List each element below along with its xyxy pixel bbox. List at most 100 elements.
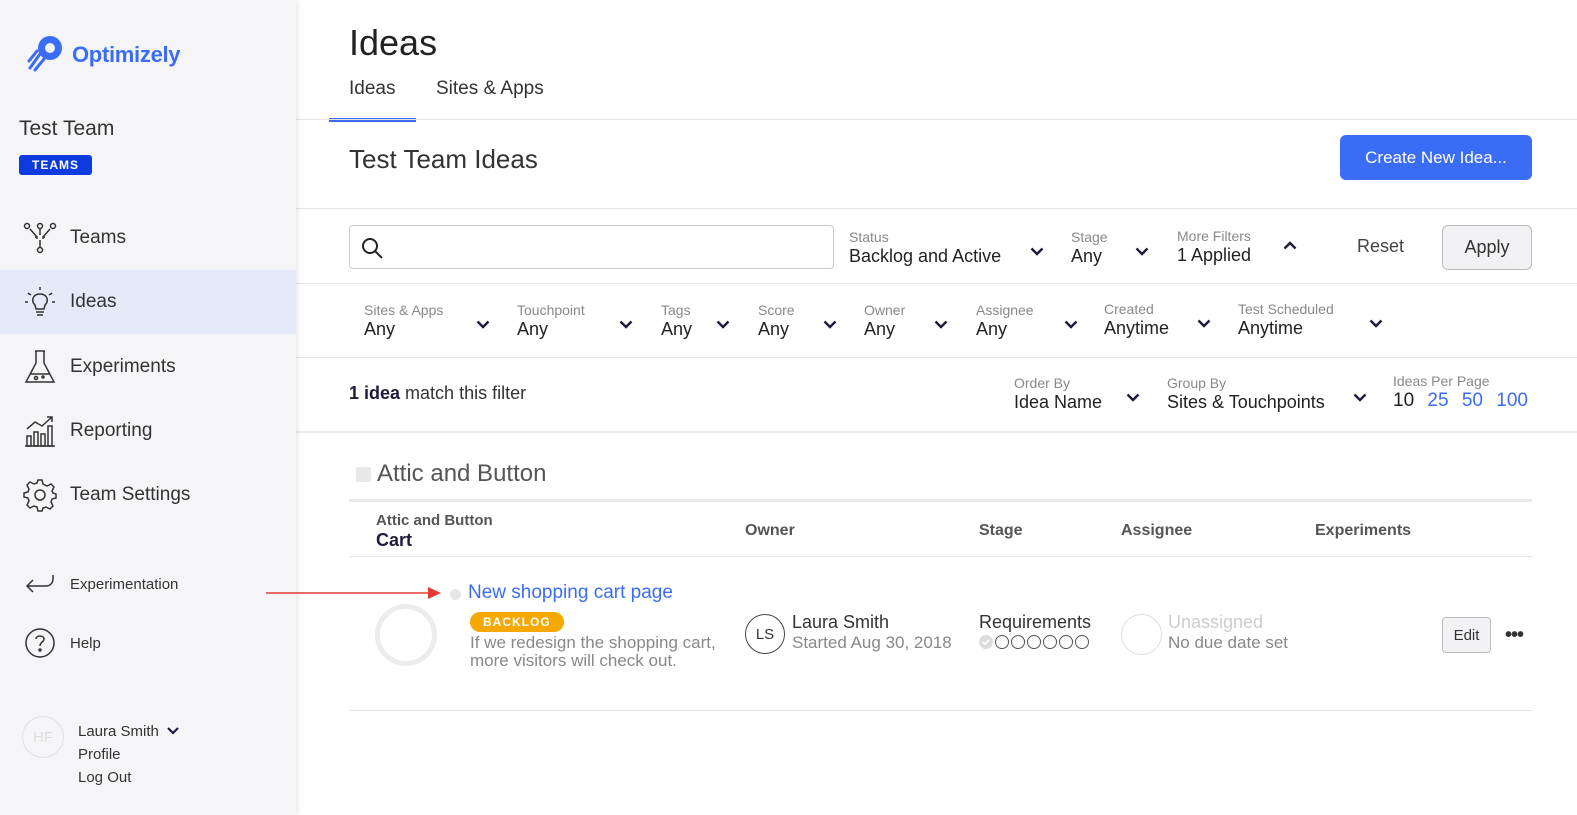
gear-icon	[22, 477, 58, 513]
chevron-down-icon	[1197, 315, 1211, 333]
filter-label: Assignee	[976, 302, 1034, 318]
reset-button[interactable]: Reset	[1357, 236, 1404, 257]
owner-avatar: LS	[745, 614, 785, 654]
order-by-label: Order By	[1014, 375, 1071, 391]
per-page-option-50[interactable]: 50	[1462, 390, 1483, 411]
per-page-option-100[interactable]: 100	[1496, 390, 1528, 411]
page-title: Ideas	[349, 22, 438, 63]
rocket-logo-icon	[26, 32, 66, 77]
idea-description: If we redesign the shopping cart, more v…	[470, 633, 716, 670]
experimentation-label: Experimentation	[70, 575, 179, 593]
chevron-down-icon	[476, 316, 490, 334]
return-arrow-icon	[22, 566, 58, 602]
create-new-idea-button[interactable]: Create New Idea...	[1340, 135, 1532, 180]
assignee-avatar-placeholder[interactable]	[1121, 614, 1162, 655]
apply-button[interactable]: Apply	[1442, 225, 1532, 270]
tab-sites-apps[interactable]: Sites & Apps	[436, 78, 544, 100]
flask-icon	[22, 349, 58, 385]
stage-step	[1011, 635, 1025, 649]
check-icon	[979, 635, 993, 649]
per-page-option-25[interactable]: 25	[1427, 390, 1448, 411]
sidebar-item-label: Experiments	[70, 356, 176, 377]
chevron-down-icon	[167, 719, 179, 742]
touchpoint-filter[interactable]: Touchpoint Any	[517, 302, 635, 340]
order-by-value: Idea Name	[1014, 392, 1103, 412]
experimentation-link[interactable]: Experimentation	[22, 566, 178, 602]
edit-button[interactable]: Edit	[1442, 617, 1491, 653]
score-ring	[375, 604, 437, 666]
score-filter[interactable]: Score Any	[758, 302, 837, 340]
sidebar-item-label: Team Settings	[70, 484, 191, 505]
stage-filter[interactable]: Stage Any	[1071, 229, 1151, 267]
team-name: Test Team	[19, 117, 115, 140]
profile-link[interactable]: Profile	[78, 743, 179, 766]
stage-step	[1059, 635, 1073, 649]
filter-value: Any	[976, 319, 1008, 339]
section-title: Test Team Ideas	[349, 144, 538, 174]
ideas-per-page: Ideas Per Page 10 25 50 100	[1393, 373, 1528, 413]
sidebar-item-experiments[interactable]: Experiments	[0, 335, 296, 399]
filter-value: Any	[364, 319, 396, 339]
group-select-checkbox[interactable]	[356, 467, 371, 482]
filter-label: Test Scheduled	[1238, 301, 1334, 317]
divider	[296, 357, 1577, 358]
tab-ideas[interactable]: Ideas	[349, 78, 395, 100]
chevron-down-icon	[1353, 389, 1367, 407]
help-icon	[22, 625, 58, 661]
status-filter[interactable]: Status Backlog and Active	[849, 229, 1047, 267]
help-link[interactable]: Help	[22, 625, 101, 661]
divider	[296, 119, 1577, 120]
help-label: Help	[70, 634, 101, 652]
chevron-down-icon	[823, 316, 837, 334]
main-content: Ideas Ideas Sites & Apps Test Team Ideas…	[296, 0, 1577, 815]
column-header-touchpoint: Cart	[376, 530, 413, 550]
filter-value: Anytime	[1238, 318, 1304, 338]
idea-title-link[interactable]: New shopping cart page	[468, 582, 673, 604]
search-input[interactable]	[390, 232, 820, 262]
user-name-dropdown[interactable]: Laura Smith	[78, 719, 179, 743]
result-count-suffix: match this filter	[405, 383, 527, 403]
sidebar-item-label: Ideas	[70, 291, 117, 312]
filter-label: Touchpoint	[517, 302, 585, 318]
lightbulb-icon	[22, 284, 58, 320]
stage-name: Requirements	[979, 612, 1092, 632]
search-box	[349, 225, 834, 269]
logout-link[interactable]: Log Out	[78, 766, 179, 789]
result-count-number: 1 idea	[349, 383, 401, 403]
sidebar-item-reporting[interactable]: Reporting	[0, 399, 296, 463]
tags-filter[interactable]: Tags Any	[661, 302, 732, 340]
order-by-dropdown[interactable]: Order By Idea Name	[1014, 375, 1142, 413]
status-dot	[450, 589, 461, 600]
more-options-icon[interactable]: •••	[1505, 624, 1524, 647]
due-date: No due date set	[1168, 633, 1289, 652]
filter-value: Any	[517, 319, 549, 339]
column-header-site: Attic and Button	[376, 512, 493, 529]
owner-filter[interactable]: Owner Any	[864, 302, 950, 340]
sites-apps-filter[interactable]: Sites & Apps Any	[364, 302, 492, 340]
sidebar-item-team-settings[interactable]: Team Settings	[0, 463, 296, 527]
assignee-filter[interactable]: Assignee Any	[976, 302, 1078, 340]
group-by-dropdown[interactable]: Group By Sites & Touchpoints	[1167, 375, 1372, 413]
more-filters-toggle[interactable]: More Filters 1 Applied	[1177, 228, 1307, 266]
teams-badge: TEAMS	[19, 155, 92, 175]
sidebar-item-label: Reporting	[70, 420, 153, 441]
chevron-down-icon	[1064, 316, 1078, 334]
chevron-down-icon	[1030, 243, 1044, 261]
sidebar-item-label: Teams	[70, 227, 126, 248]
chevron-down-icon	[1369, 315, 1383, 333]
optimizely-logo[interactable]: Optimizely	[26, 32, 181, 77]
created-filter[interactable]: Created Anytime	[1104, 301, 1218, 339]
sidebar-item-teams[interactable]: Teams	[0, 206, 296, 270]
chevron-down-icon	[1126, 389, 1140, 407]
chevron-up-icon	[1283, 237, 1297, 255]
row-divider	[349, 556, 1532, 557]
sidebar-item-ideas[interactable]: Ideas	[0, 270, 296, 334]
divider	[296, 208, 1577, 209]
per-page-option-10[interactable]: 10	[1393, 390, 1414, 411]
status-badge: BACKLOG	[470, 612, 564, 632]
test-scheduled-filter[interactable]: Test Scheduled Anytime	[1238, 301, 1388, 339]
reporting-chart-icon	[22, 413, 58, 449]
chevron-down-icon	[716, 316, 730, 334]
sidebar: Optimizely Test Team TEAMS Teams Ideas E…	[0, 0, 296, 815]
owner-started-date: Started Aug 30, 2018	[792, 633, 952, 652]
